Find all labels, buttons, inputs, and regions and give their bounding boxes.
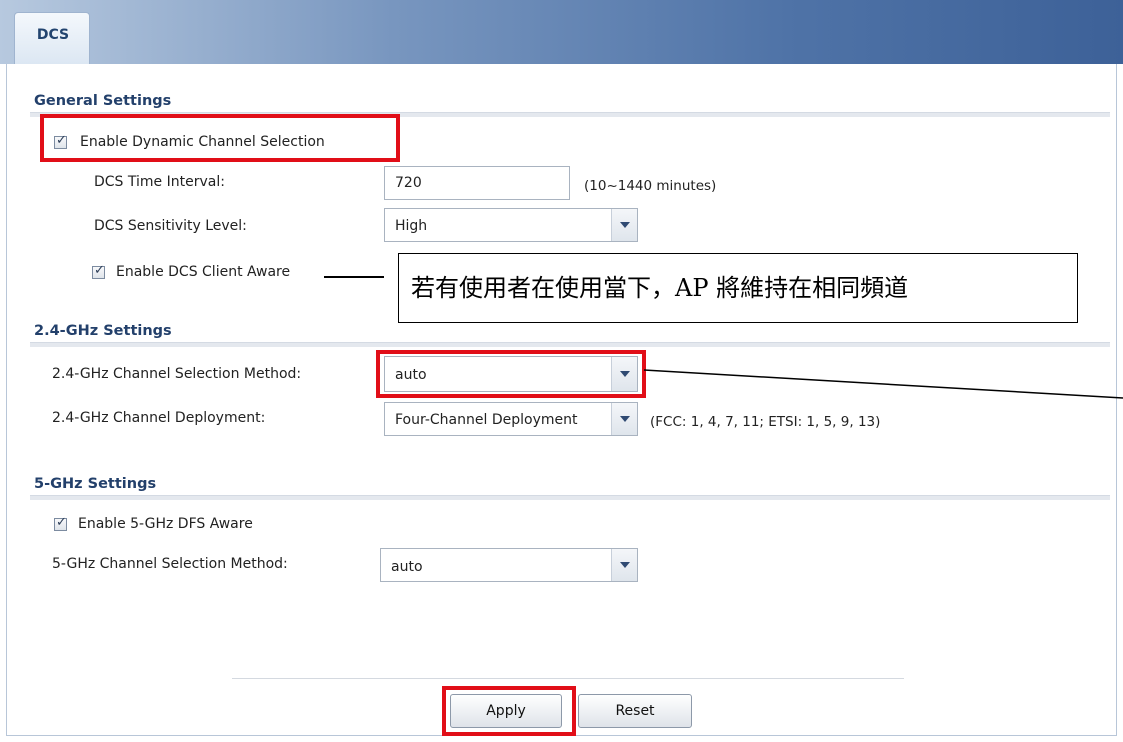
check-icon: ✓	[56, 515, 67, 530]
chevron-down-icon[interactable]	[611, 549, 637, 581]
callout-client-aware: 若有使用者在使用當下，AP 將維持在相同頻道	[398, 253, 1078, 323]
tab-dcs[interactable]: DCS	[14, 12, 90, 64]
sensitivity-select[interactable]: High	[384, 208, 638, 242]
chevron-down-icon[interactable]	[611, 403, 637, 435]
client-aware-checkbox[interactable]: ✓	[92, 263, 105, 279]
5ghz-method-select[interactable]: auto	[380, 548, 638, 582]
chevron-down-icon[interactable]	[611, 209, 637, 241]
reset-button[interactable]: Reset	[578, 694, 692, 728]
highlight-box-24ghz-method	[376, 350, 646, 398]
header-bar	[0, 0, 1123, 64]
section-divider	[30, 495, 1110, 500]
section-divider	[30, 342, 1110, 347]
sensitivity-value: High	[395, 218, 428, 234]
5ghz-method-label: 5-GHz Channel Selection Method:	[52, 556, 288, 572]
dfs-aware-label: Enable 5-GHz DFS Aware	[78, 516, 253, 532]
section-title-24ghz: 2.4-GHz Settings	[34, 323, 172, 339]
check-icon: ✓	[94, 263, 105, 278]
time-interval-input[interactable]: 720	[384, 166, 570, 200]
client-aware-label: Enable DCS Client Aware	[116, 264, 291, 280]
24ghz-deployment-hint: (FCC: 1, 4, 7, 11; ETSI: 1, 5, 9, 13)	[650, 414, 881, 430]
highlight-box-enable-dcs	[40, 114, 400, 162]
sensitivity-label: DCS Sensitivity Level:	[94, 218, 247, 234]
24ghz-deployment-label: 2.4-GHz Channel Deployment:	[52, 410, 266, 426]
time-interval-label: DCS Time Interval:	[94, 174, 225, 190]
section-title-general: General Settings	[34, 93, 172, 109]
dfs-aware-checkbox[interactable]: ✓	[54, 515, 67, 531]
section-title-5ghz: 5-GHz Settings	[34, 476, 157, 492]
24ghz-method-label: 2.4-GHz Channel Selection Method:	[52, 366, 302, 382]
footer-divider	[232, 678, 904, 679]
highlight-box-apply	[442, 686, 576, 736]
24ghz-deployment-select[interactable]: Four-Channel Deployment	[384, 402, 638, 436]
24ghz-deployment-value: Four-Channel Deployment	[395, 412, 578, 428]
method-connector-line	[643, 369, 1123, 399]
time-interval-hint: (10~1440 minutes)	[584, 178, 717, 194]
tab-dcs-label: DCS	[36, 27, 70, 43]
callout-connector	[324, 276, 384, 278]
5ghz-method-value: auto	[391, 559, 423, 575]
